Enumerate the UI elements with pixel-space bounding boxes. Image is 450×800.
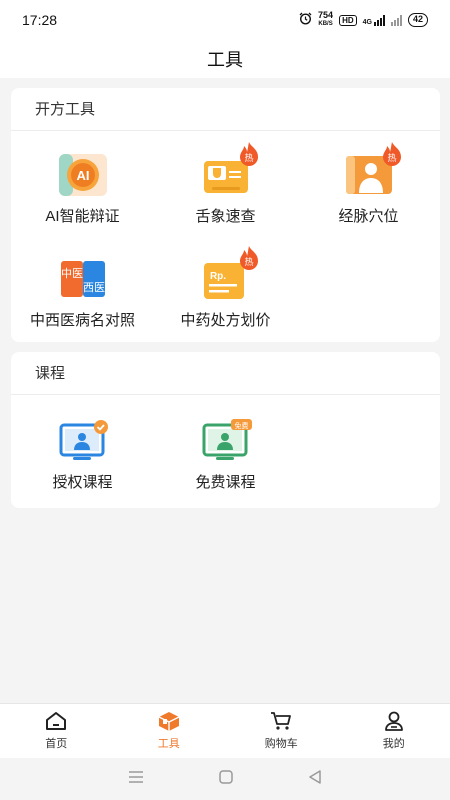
page-title: 工具 (207, 50, 243, 70)
tool-disease-name-compare[interactable]: 中医 西医 中西医病名对照 (11, 257, 154, 330)
free-course-item[interactable]: 免费 免费课程 (154, 419, 297, 492)
tab-label: 我的 (382, 738, 405, 750)
tool-label: 经脉穴位 (338, 208, 399, 225)
course-label: 免费课程 (195, 474, 256, 491)
svg-text:热: 热 (244, 152, 253, 163)
ai-icon: AI (57, 153, 109, 197)
hot-badge: 热 (239, 246, 258, 270)
back-icon[interactable] (308, 769, 322, 789)
system-nav-bar (0, 758, 450, 800)
bottom-tabbar: 首页 工具 购物车 我的 (0, 703, 450, 758)
tool-herb-pricing[interactable]: Rp. 热 中药处方划价 (154, 246, 297, 330)
meridian-icon: 热 (343, 142, 401, 197)
hot-badge: 热 (239, 142, 258, 166)
signal-icon: 4G (363, 14, 385, 26)
user-icon (384, 711, 403, 731)
cart-icon (271, 712, 292, 730)
tool-label: 中西医病名对照 (29, 312, 135, 329)
toolbox-icon (158, 712, 180, 731)
tool-label: 舌象速查 (195, 208, 256, 225)
status-icons: 754 KB/S HD 4G 42 (299, 11, 428, 29)
tool-label: AI智能辩证 (45, 208, 120, 225)
tool-tongue-lookup[interactable]: 热 舌象速查 (154, 142, 297, 226)
tongue-icon: 热 (200, 142, 258, 197)
prescription-icon: Rp. 热 (200, 246, 258, 301)
status-bar: 17:28 754 KB/S HD 4G 42 (0, 0, 450, 40)
hd-badge: HD (339, 14, 357, 26)
svg-text:中医: 中医 (61, 267, 83, 280)
prescription-tools-card: 开方工具 AI AI智能辩证 热 舌象速查 热 经脉穴位 中医 西医 中西医病名… (11, 88, 440, 342)
svg-text:热: 热 (244, 256, 253, 267)
tab-cart[interactable]: 购物车 (225, 704, 338, 758)
menu-icon[interactable] (128, 770, 144, 788)
authorized-course-item[interactable]: 授权课程 (11, 419, 154, 492)
course-card: 课程 授权课程 免费 免费课程 (11, 352, 440, 508)
page-title-bar: 工具 (0, 40, 450, 78)
svg-text:AI: AI (76, 168, 89, 183)
tab-label: 首页 (45, 738, 68, 750)
battery-indicator: 42 (407, 13, 428, 27)
signal-2-icon (390, 14, 402, 26)
tab-profile[interactable]: 我的 (338, 704, 450, 758)
tool-meridian-points[interactable]: 热 经脉穴位 (297, 142, 440, 226)
tab-label: 购物车 (264, 738, 298, 750)
course-label: 授权课程 (52, 474, 113, 491)
hot-badge: 热 (382, 142, 401, 166)
svg-text:免费: 免费 (234, 421, 248, 430)
alarm-icon (299, 12, 312, 28)
svg-text:热: 热 (387, 152, 396, 163)
home-icon (46, 712, 67, 730)
svg-text:Rp.: Rp. (209, 271, 225, 282)
prescription-tools-title: 开方工具 (11, 88, 440, 131)
tab-tools[interactable]: 工具 (113, 704, 226, 758)
course-title: 课程 (11, 352, 440, 395)
tool-label: 中药处方划价 (180, 312, 271, 329)
free-course-icon: 免费 (200, 419, 252, 463)
home-square-icon[interactable] (219, 769, 233, 789)
authorized-course-icon (57, 419, 109, 463)
cn-west-icon: 中医 西医 (57, 257, 109, 301)
status-time: 17:28 (22, 12, 58, 28)
tab-label: 工具 (157, 738, 180, 750)
tab-home[interactable]: 首页 (0, 704, 113, 758)
svg-text:西医: 西医 (83, 281, 105, 294)
tool-ai-diagnosis[interactable]: AI AI智能辩证 (11, 153, 154, 226)
net-speed: 754 KB/S (318, 10, 334, 28)
